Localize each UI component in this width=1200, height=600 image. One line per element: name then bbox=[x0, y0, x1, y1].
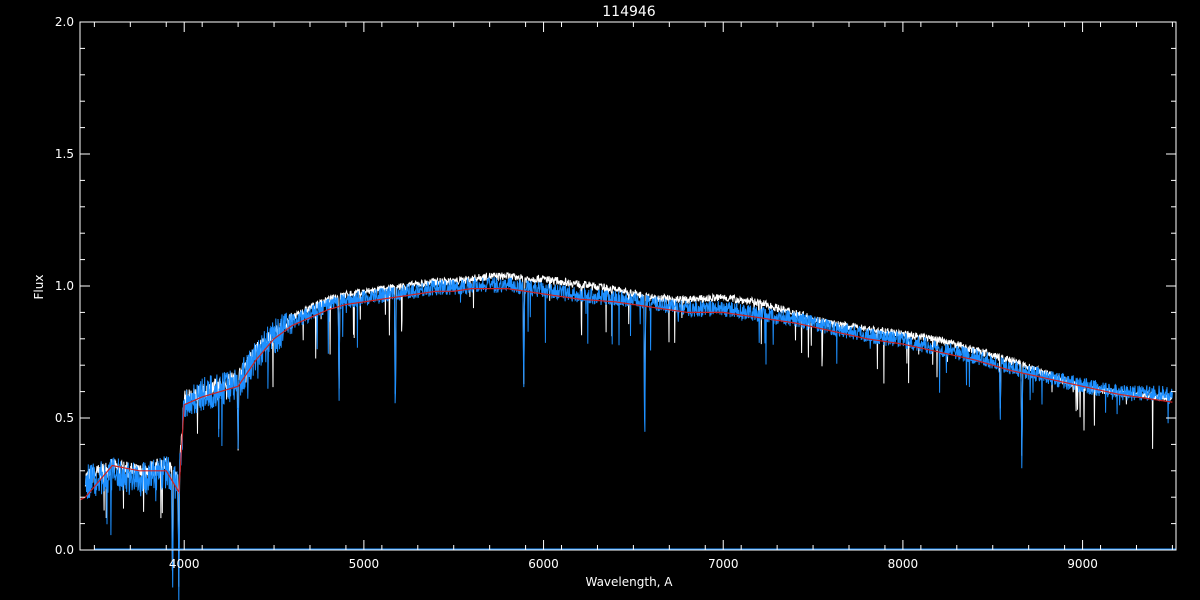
x-tick-label: 5000 bbox=[349, 557, 380, 571]
chart-title: 114946 bbox=[602, 4, 656, 20]
y-axis-label: Flux bbox=[32, 275, 46, 300]
x-axis-label: Wavelength, A bbox=[585, 575, 673, 589]
x-tick-label: 6000 bbox=[528, 557, 559, 571]
y-tick-label: 0.0 bbox=[55, 543, 74, 557]
x-tick-label: 7000 bbox=[708, 557, 739, 571]
x-tick-label: 8000 bbox=[888, 557, 919, 571]
y-tick-label: 1.5 bbox=[55, 147, 74, 161]
spectrum-chart: 114946 Wavelength, A Flux 4000 5000 6000 70… bbox=[0, 0, 1200, 600]
y-tick-label: 1.0 bbox=[55, 279, 74, 293]
x-tick-label: 9000 bbox=[1067, 557, 1098, 571]
y-tick-label: 2.0 bbox=[55, 15, 74, 29]
x-tick-label: 4000 bbox=[169, 557, 200, 571]
y-tick-label: 0.5 bbox=[55, 411, 74, 425]
chart-background bbox=[0, 0, 1200, 600]
